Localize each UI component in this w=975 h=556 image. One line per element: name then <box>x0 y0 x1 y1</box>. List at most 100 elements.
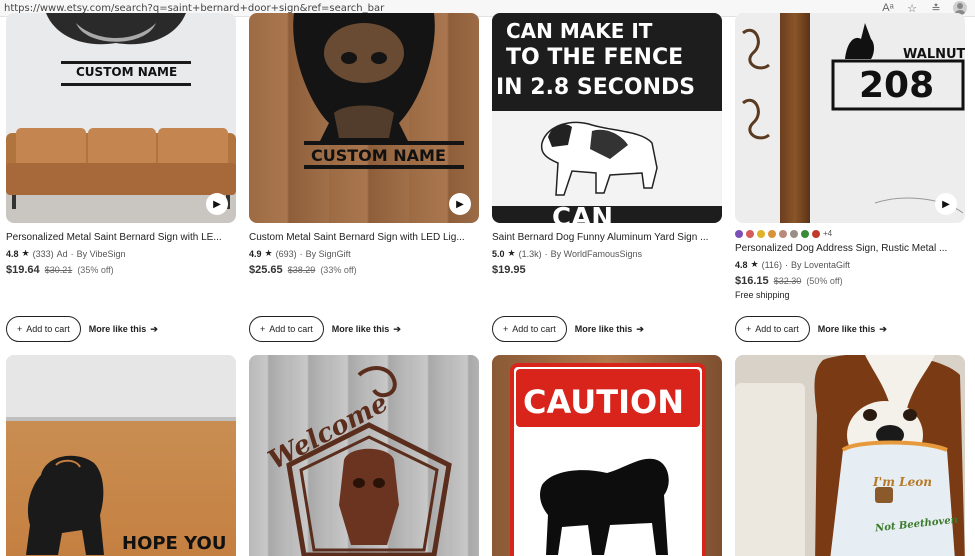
ad-label: Ad <box>56 248 68 259</box>
free-shipping-label: Free shipping <box>735 290 790 300</box>
star-icon: ★ <box>750 259 759 269</box>
listing-image[interactable]: CAUTION <box>492 355 722 556</box>
listing-image[interactable]: I'm Leon Not Beethoven <box>735 355 965 556</box>
discount: (33% off) <box>320 265 357 275</box>
review-count: (693) <box>275 248 297 259</box>
sign-text: CUSTOM NAME <box>76 65 178 79</box>
listing-meta: 4.8 ★ (116) · By LoventaGift <box>735 259 850 270</box>
mat-text: HOPE YOU LIKI <box>122 533 227 556</box>
review-count: (333) <box>32 248 54 259</box>
rating-value: 4.8 <box>6 248 19 259</box>
shop-name[interactable]: By SignGift <box>306 249 351 259</box>
price-row: $16.15 $32.30 (50% off) <box>735 275 965 287</box>
sign-text-line3: IN 2.8 SECONDS <box>496 75 696 100</box>
dog-silhouette-illustration <box>540 458 669 555</box>
listing-image[interactable]: CUSTOM NAME ▶ <box>6 13 236 223</box>
plus-icon: + <box>260 324 266 334</box>
discount: (35% off) <box>77 265 114 275</box>
plus-icon: + <box>746 324 752 334</box>
swatch[interactable] <box>812 229 820 238</box>
listing-card[interactable]: CAUTION <box>492 355 722 556</box>
sign-text-line1: CAN MAKE IT <box>506 19 653 43</box>
metal-sign-illustration <box>293 13 464 169</box>
listing-title[interactable]: Saint Bernard Dog Funny Aluminum Yard Si… <box>492 232 722 243</box>
shop-name[interactable]: By WorldFamousSigns <box>551 249 642 259</box>
swatch[interactable] <box>768 229 776 238</box>
price-row: $19.95 <box>492 264 722 276</box>
sale-price: $25.65 <box>249 264 283 276</box>
listing-image[interactable]: WALNUT 208 ▶ <box>735 13 965 223</box>
listing-image[interactable]: CUSTOM NAME ▶ <box>249 13 479 223</box>
add-to-cart-button[interactable]: + Add to cart <box>735 316 810 342</box>
more-like-this-link[interactable]: More like this ➔ <box>818 324 887 335</box>
bib-name-text: I'm Leon <box>873 475 932 489</box>
listing-title[interactable]: Personalized Metal Saint Bernard Sign wi… <box>6 232 236 243</box>
discount: (50% off) <box>806 276 843 286</box>
url-field[interactable]: https://www.etsy.com/search?q=saint+bern… <box>0 3 881 14</box>
listing-card[interactable]: WALNUT 208 ▶ +4 Personalized Dog Address… <box>735 13 965 300</box>
review-count: (1.3k) <box>518 248 542 259</box>
listing-image[interactable]: Welcome <box>249 355 479 556</box>
arrow-right-icon: ➔ <box>393 323 401 334</box>
listing-image[interactable]: HOPE YOU LIKI <box>6 355 236 556</box>
swatch[interactable] <box>746 229 754 238</box>
listing-card[interactable]: I'm Leon Not Beethoven <box>735 355 965 556</box>
add-to-cart-button[interactable]: + Add to cart <box>249 316 324 342</box>
listing-meta: 5.0 ★ (1.3k) · By WorldFamousSigns <box>492 248 642 259</box>
sale-price: $19.95 <box>492 264 526 276</box>
add-to-cart-button[interactable]: + Add to cart <box>492 316 567 342</box>
metal-sign-illustration <box>6 13 236 209</box>
sign-text: CUSTOM NAME <box>311 146 446 165</box>
arrow-right-icon: ➔ <box>150 323 158 334</box>
listing-card[interactable]: CUSTOM NAME ▶ Personalized Metal Saint B… <box>6 13 236 276</box>
listing-title[interactable]: Personalized Dog Address Sign, Rustic Me… <box>735 243 965 254</box>
arrow-right-icon: ➔ <box>879 323 887 334</box>
plus-icon: + <box>503 324 509 334</box>
review-count: (116) <box>761 259 782 270</box>
price-row: $25.65 $38.29 (33% off) <box>249 264 479 276</box>
rating-value: 5.0 <box>492 248 505 259</box>
swatch[interactable] <box>790 229 798 238</box>
swatch-more-count[interactable]: +4 <box>823 229 832 238</box>
rating-value: 4.8 <box>735 259 748 270</box>
swatch[interactable] <box>757 229 765 238</box>
play-video-icon[interactable]: ▶ <box>206 193 228 215</box>
play-video-icon[interactable]: ▶ <box>935 193 957 215</box>
sale-price: $16.15 <box>735 275 769 287</box>
listing-card[interactable]: HOPE YOU LIKI <box>6 355 236 556</box>
star-icon: ★ <box>264 248 273 258</box>
add-to-cart-button[interactable]: + Add to cart <box>6 316 81 342</box>
arrow-right-icon: ➔ <box>636 323 644 334</box>
more-like-this-link[interactable]: More like this ➔ <box>332 324 401 335</box>
sign-street-text: WALNUT <box>903 47 965 62</box>
shop-name[interactable]: By LoventaGift <box>791 260 850 270</box>
price-row: $19.64 $30.21 (35% off) <box>6 264 236 276</box>
sale-price: $19.64 <box>6 264 40 276</box>
play-video-icon[interactable]: ▶ <box>449 193 471 215</box>
listing-title[interactable]: Custom Metal Saint Bernard Sign with LED… <box>249 232 479 243</box>
shop-name[interactable]: By VibeSign <box>77 249 126 259</box>
original-price: $30.21 <box>44 265 73 275</box>
plus-icon: + <box>17 324 23 334</box>
original-price: $38.29 <box>287 265 316 275</box>
original-price: $32.30 <box>773 276 802 286</box>
swatch[interactable] <box>801 229 809 238</box>
swatch[interactable] <box>735 229 743 238</box>
star-icon: ★ <box>507 248 516 258</box>
listing-card[interactable]: Welcome <box>249 355 479 556</box>
more-like-this-link[interactable]: More like this ➔ <box>575 324 644 335</box>
doormat-dog-illustration <box>6 355 236 555</box>
listing-image[interactable]: CAN MAKE IT TO THE FENCE IN 2.8 SECONDS … <box>492 13 722 223</box>
sign-number-text: 208 <box>859 65 935 106</box>
star-icon: ★ <box>21 248 30 258</box>
more-like-this-link[interactable]: More like this ➔ <box>89 324 158 335</box>
color-swatches[interactable]: +4 <box>735 229 965 238</box>
listing-card[interactable]: CAN MAKE IT TO THE FENCE IN 2.8 SECONDS … <box>492 13 722 276</box>
listing-card[interactable]: CUSTOM NAME ▶ Custom Metal Saint Bernard… <box>249 13 479 276</box>
swatch[interactable] <box>779 229 787 238</box>
sign-text-line2: TO THE FENCE <box>506 45 684 70</box>
rating-value: 4.9 <box>249 248 262 259</box>
listing-meta: 4.8 ★ (333) Ad · By VibeSign <box>6 248 126 259</box>
address-sign-illustration <box>742 23 965 214</box>
listing-meta: 4.9 ★ (693) · By SignGift <box>249 248 351 259</box>
